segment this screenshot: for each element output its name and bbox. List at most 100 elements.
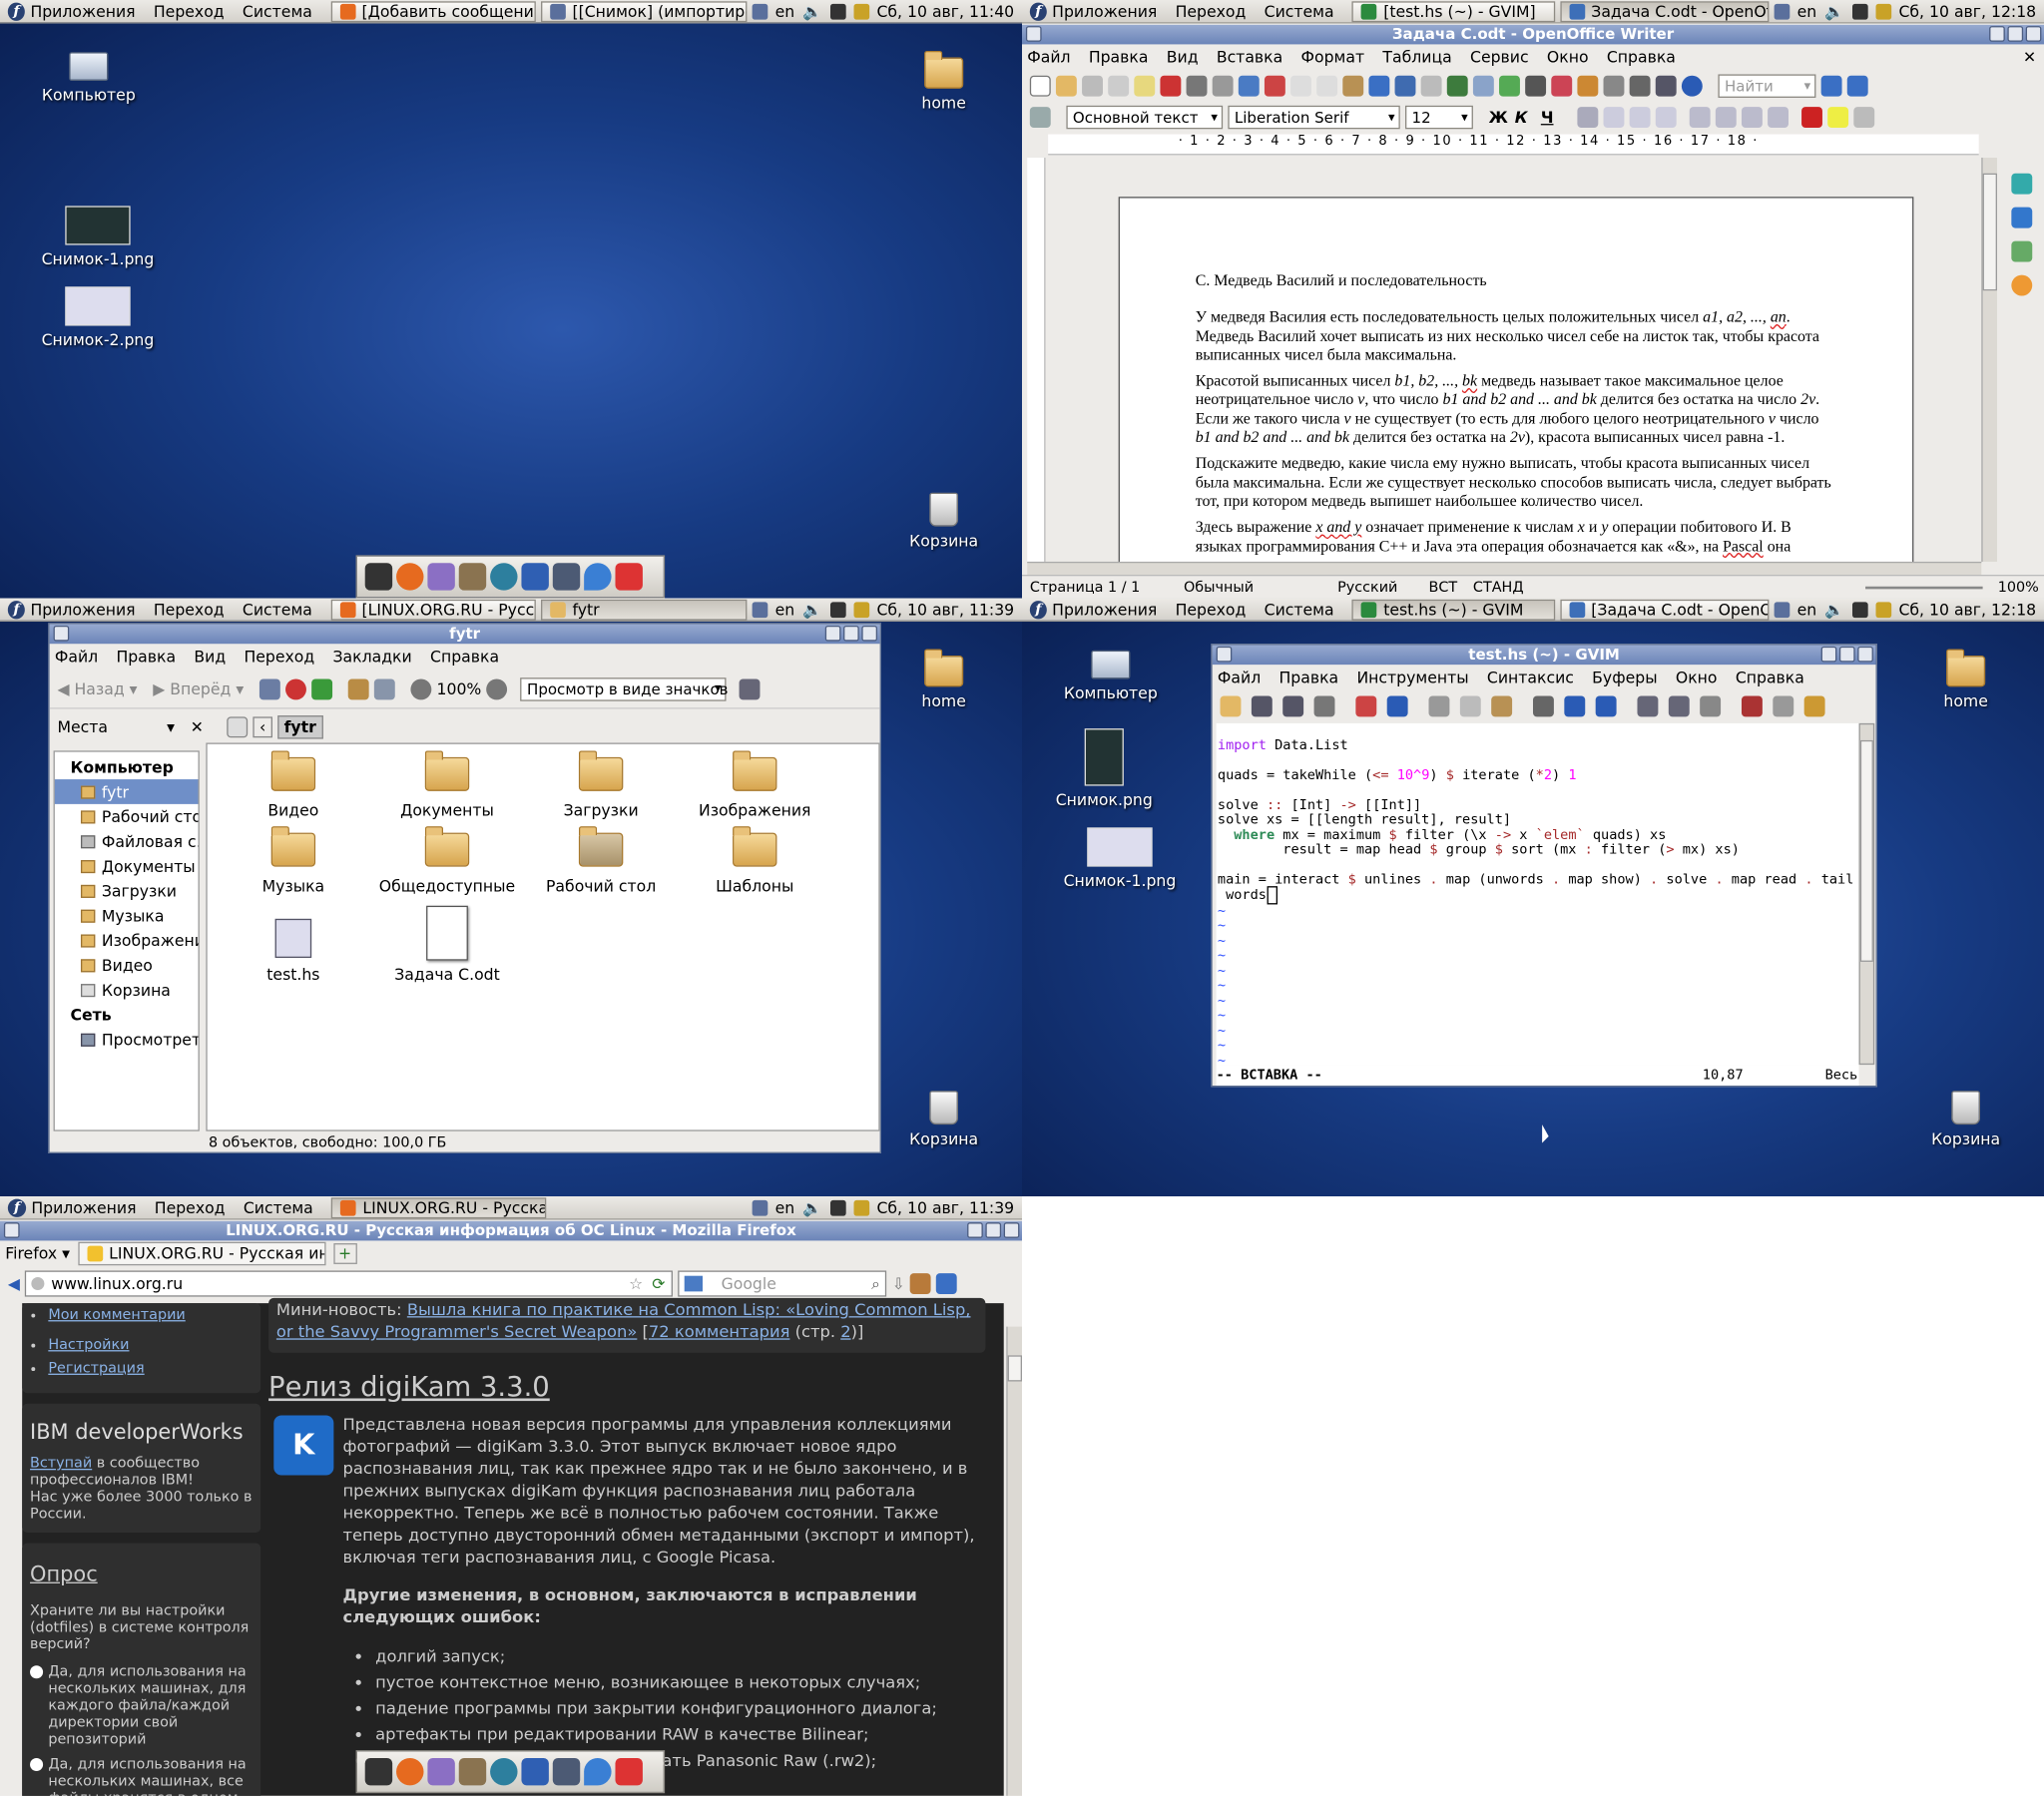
sidebar-item-fytr[interactable]: fytr [54, 779, 199, 804]
title-bar[interactable]: Задача C.odt - OpenOffice Writer [1021, 24, 2044, 45]
sidebar-item-desktop[interactable]: Рабочий стол [55, 804, 199, 829]
maximize-button[interactable] [843, 625, 859, 642]
title-bar[interactable]: test.hs (~) - GVIM [1212, 645, 1876, 666]
downloads-icon[interactable]: ⇩ [892, 1274, 905, 1292]
menu-applications[interactable]: Приложения [30, 2, 135, 20]
link-settings[interactable]: Настройки [48, 1336, 129, 1353]
menu-edit[interactable]: Правка [1089, 48, 1149, 66]
menu-places[interactable]: Переход [154, 2, 225, 20]
keyboard-layout[interactable]: en [775, 600, 795, 618]
cut-icon[interactable] [1428, 695, 1450, 717]
redo-icon[interactable] [1420, 75, 1442, 97]
network-icon[interactable] [1851, 601, 1868, 618]
clock[interactable]: Сб, 10 авг, 12:18 [1898, 600, 2036, 618]
keyboard-layout[interactable]: en [775, 2, 795, 20]
align-center-icon[interactable] [1603, 107, 1625, 128]
align-left-icon[interactable] [1577, 107, 1599, 128]
file-test-hs[interactable]: test.hs [217, 918, 370, 984]
accessibility-icon[interactable] [1774, 601, 1789, 618]
search-icon[interactable]: ⌕ [871, 1274, 880, 1294]
desktop-icon-trash[interactable]: Корзина [1907, 1091, 2025, 1148]
update-icon[interactable] [852, 3, 869, 19]
page-2-link[interactable]: 2 [840, 1321, 850, 1341]
shell-icon[interactable] [1773, 695, 1794, 717]
sidebar-item-downloads[interactable]: Загрузки [55, 878, 199, 903]
menu-edit[interactable]: Правка [116, 648, 176, 666]
close-button[interactable] [1003, 1222, 1020, 1238]
keyboard-layout[interactable]: en [1797, 2, 1817, 20]
close-button[interactable] [861, 625, 878, 642]
font-color-icon[interactable] [1801, 107, 1822, 128]
clock[interactable]: Сб, 10 авг, 11:39 [876, 600, 1014, 618]
nonprinting-chars-icon[interactable] [1629, 75, 1651, 97]
status-style[interactable]: Обычный [1184, 579, 1337, 596]
places-select[interactable]: Места [57, 718, 161, 736]
email-icon[interactable] [1108, 75, 1130, 97]
menu-places[interactable]: Переход [1176, 600, 1247, 618]
menu-tools[interactable]: Инструменты [1356, 669, 1468, 686]
taskbar-button-gvim[interactable]: test.hs (~) - GVIM [1351, 599, 1555, 621]
keyboard-layout[interactable]: en [1797, 600, 1817, 618]
status-language[interactable]: Русский [1337, 579, 1428, 596]
find-next-icon[interactable] [1564, 695, 1586, 717]
title-bar[interactable]: LINUX.ORG.RU - Русская информация об ОС … [0, 1220, 1022, 1241]
page-scrollbar[interactable] [1006, 1326, 1022, 1796]
breadcrumb-fytr[interactable]: fytr [277, 715, 323, 739]
sidebar-item-trash[interactable]: Корзина [55, 978, 199, 1003]
vertical-scrollbar[interactable] [1981, 158, 1997, 562]
title-bar[interactable]: fytr [49, 624, 880, 645]
gimp-icon[interactable] [458, 563, 487, 591]
close-sidebar-icon[interactable]: ✕ [191, 718, 204, 736]
home-icon[interactable] [910, 1273, 931, 1294]
menu-system[interactable]: Система [244, 1198, 313, 1216]
url-bar[interactable]: www.linux.org.ru ☆ ⟳ [25, 1270, 674, 1297]
status-page[interactable]: Страница 1 / 1 [1030, 579, 1184, 596]
accessibility-icon[interactable] [752, 3, 767, 19]
edit-file-icon[interactable] [1134, 75, 1156, 97]
ibm-join-link[interactable]: Вступай [30, 1455, 92, 1472]
menu-table[interactable]: Таблица [1382, 48, 1451, 66]
find-previous-icon[interactable] [1595, 695, 1617, 717]
zoom-slider[interactable] [1864, 586, 1983, 589]
help-icon[interactable] [1681, 75, 1703, 97]
scrollbar-thumb[interactable] [1007, 1355, 1022, 1382]
pdf-viewer-icon[interactable] [615, 1757, 643, 1786]
background-color-icon[interactable] [1853, 107, 1875, 128]
update-icon[interactable] [852, 1199, 869, 1215]
bold-button[interactable]: Ж [1489, 108, 1510, 126]
tab-active[interactable]: LINUX.ORG.RU - Русская инфо... [77, 1241, 325, 1266]
sidebar-item-browse-network[interactable]: Просмотрет... [55, 1027, 199, 1052]
table-icon[interactable] [1472, 75, 1494, 97]
bookmark-star-icon[interactable]: ☆ [629, 1274, 643, 1292]
datasources-icon[interactable] [1603, 75, 1625, 97]
zoom-level[interactable]: 100% [1998, 579, 2039, 596]
align-right-icon[interactable] [1629, 107, 1651, 128]
sidebar-item-music[interactable]: Музыка [55, 903, 199, 928]
site-identity-icon[interactable] [31, 1276, 45, 1291]
maximize-button[interactable] [1838, 646, 1855, 663]
window-menu-button[interactable] [3, 1222, 20, 1238]
menu-help[interactable]: Справка [430, 648, 499, 666]
computer-icon[interactable] [373, 677, 395, 699]
desktop-icon-computer[interactable]: Компьютер [30, 52, 148, 104]
window-menu-button[interactable] [1216, 646, 1233, 663]
menu-help[interactable]: Справка [1607, 48, 1676, 66]
volume-icon[interactable]: 🔈 [802, 600, 822, 618]
firefox-menu-button[interactable]: Firefox ▾ [5, 1244, 70, 1262]
network-icon[interactable] [829, 3, 846, 19]
paste-icon[interactable] [1491, 695, 1513, 717]
font-size-select[interactable]: 12 [1404, 105, 1473, 130]
save-icon[interactable] [1251, 695, 1273, 717]
poll-title[interactable]: Опрос [30, 1562, 253, 1586]
firefox-icon[interactable] [396, 1757, 424, 1786]
folder-documents[interactable]: Документы [370, 750, 524, 820]
file-task-odt[interactable]: Задача C.odt [370, 905, 524, 984]
horizontal-scrollbar[interactable] [1027, 561, 1982, 575]
desktop-icon-screenshot-1[interactable]: Снимок-1.png [39, 206, 157, 268]
menu-system[interactable]: Система [243, 2, 312, 20]
editor-buffer[interactable]: import Data.List quads = takeWhile (<= 1… [1216, 722, 1859, 1066]
desktop-icon-trash[interactable]: Корзина [885, 1091, 1003, 1148]
styles-icon[interactable] [1029, 107, 1051, 128]
menu-view[interactable]: Вид [1167, 48, 1199, 66]
cut-icon[interactable] [1290, 75, 1311, 97]
